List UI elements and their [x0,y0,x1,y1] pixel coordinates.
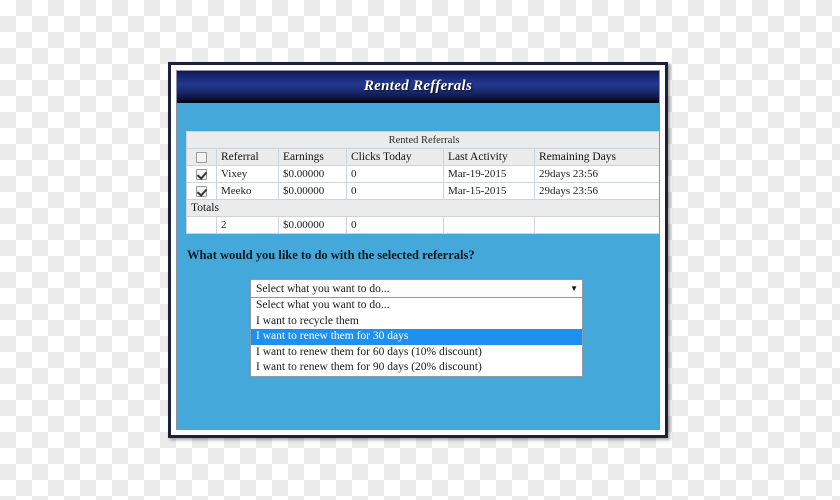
table-row[interactable]: Vixey $0.00000 0 Mar-19-2015 29days 23:5… [186,165,659,183]
cell-remaining-days: 29days 23:56 [533,165,659,183]
dropdown-select-box[interactable]: Select what you want to do... ▼ [250,279,583,298]
table-caption: Rented Referrals [185,131,659,149]
dropdown-selected-label: Select what you want to do... [256,282,390,295]
table-header-row: Referral Earnings Clicks Today Last Acti… [186,148,659,166]
application-window-frame: Rented Refferals Rented Referrals Referr… [168,62,668,438]
dropdown-option-list[interactable]: Select what you want to do... I want to … [250,298,583,377]
cell-referral: Vixey [216,165,279,183]
cell-clicks-today: 0 [346,165,444,183]
action-question: What would you like to do with the selec… [187,248,475,262]
window-title: Rented Refferals [363,78,473,94]
table-row[interactable]: Meeko $0.00000 0 Mar-15-2015 29days 23:5… [186,182,659,200]
dropdown-option[interactable]: I want to renew them for 60 days (10% di… [251,345,582,361]
row-checkbox[interactable] [196,185,207,197]
totals-cell-clicks-today: 0 [346,216,444,234]
totals-label-row: Totals [185,199,659,217]
title-bar: Rented Refferals [177,71,659,103]
chevron-down-icon[interactable]: ▼ [570,284,578,293]
totals-cell-referral: 2 [216,216,279,234]
select-all-header-cell[interactable] [186,148,217,166]
table-caption-row: Rented Referrals [185,131,659,149]
cell-referral: Meeko [216,182,279,200]
totals-cell-earnings: $0.00000 [278,216,347,234]
dropdown-option[interactable]: I want to renew them for 90 days (20% di… [251,360,582,376]
select-all-checkbox[interactable] [196,151,207,163]
rented-referrals-table: Rented Referrals Referral Earnings Click… [185,131,659,234]
action-dropdown[interactable]: Select what you want to do... ▼ Select w… [250,279,583,377]
dropdown-option-highlighted[interactable]: I want to renew them for 30 days [251,329,582,345]
cell-earnings: $0.00000 [278,165,347,183]
cell-last-activity: Mar-19-2015 [443,165,535,183]
cell-earnings: $0.00000 [278,182,347,200]
totals-cell-last-activity [443,216,535,234]
row-select-cell[interactable] [186,165,217,183]
cell-clicks-today: 0 [346,182,444,200]
application-window: Rented Refferals Rented Referrals Referr… [176,70,660,430]
dropdown-option[interactable]: I want to recycle them [251,314,582,330]
column-header-remaining-days: Remaining Days [533,148,659,166]
totals-cell-remaining-days [533,216,659,234]
column-header-referral: Referral [216,148,279,166]
column-header-earnings: Earnings [278,148,347,166]
row-select-cell[interactable] [186,182,217,200]
totals-value-row: 2 $0.00000 0 [186,216,659,234]
column-header-last-activity: Last Activity [443,148,535,166]
column-header-clicks-today: Clicks Today [346,148,444,166]
row-checkbox[interactable] [196,168,207,180]
cell-last-activity: Mar-15-2015 [443,182,535,200]
totals-label: Totals [185,199,659,217]
dropdown-option[interactable]: Select what you want to do... [251,298,582,314]
window-content: Rented Referrals Referral Earnings Click… [177,103,659,429]
cell-remaining-days: 29days 23:56 [533,182,659,200]
totals-cell-check [186,216,217,234]
